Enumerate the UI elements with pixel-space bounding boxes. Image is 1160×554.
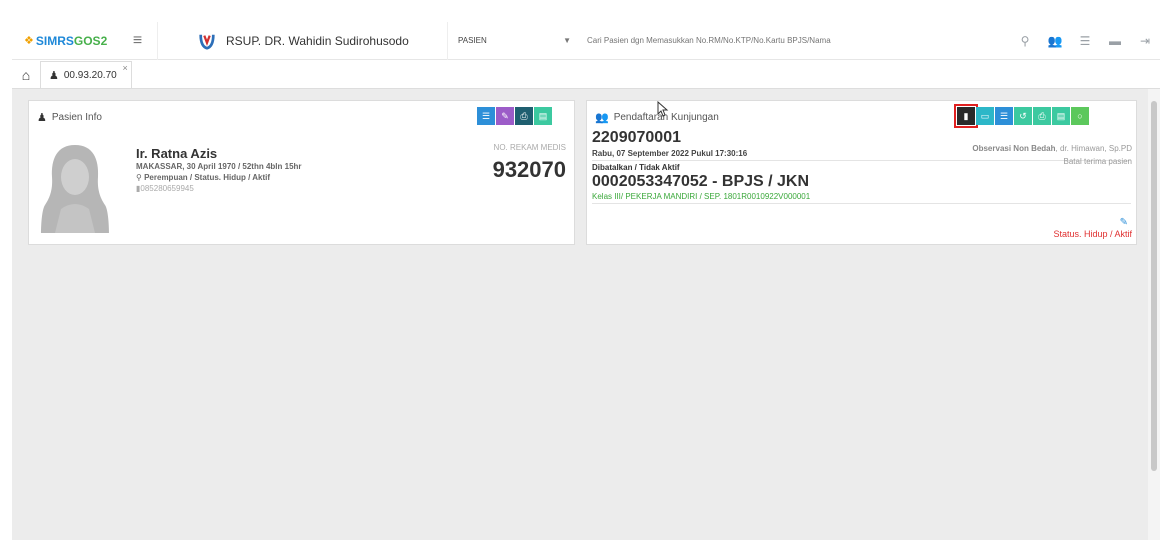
brand-logo[interactable]: ❖ SIMRS GOS2 bbox=[12, 34, 118, 48]
patient-search-input[interactable] bbox=[583, 21, 903, 60]
home-icon[interactable]: ⌂ bbox=[12, 61, 40, 88]
card-icon: ▭ bbox=[980, 111, 990, 121]
user-add-icon[interactable]: 👥 bbox=[1040, 34, 1070, 48]
brand-suffix: GOS2 bbox=[73, 33, 108, 48]
scrollbar-thumb[interactable] bbox=[1151, 101, 1157, 471]
grid-button[interactable]: ▤ bbox=[1052, 107, 1070, 125]
person-icon: ♟ bbox=[49, 69, 59, 82]
cancel-note: Batal terima pasien bbox=[1063, 157, 1132, 166]
patient-card-title-text: Pasien Info bbox=[51, 112, 102, 123]
list-icon[interactable]: ☰ bbox=[1070, 34, 1100, 48]
visit-date: Rabu, 07 September 2022 Pukul 17:30:16 bbox=[592, 149, 748, 158]
app-root: ❖ SIMRS GOS2 ≡ RSUP. DR. Wahidin Sudiroh… bbox=[0, 0, 1160, 554]
tab-patient[interactable]: ♟ 00.93.20.70 × bbox=[40, 61, 132, 88]
document-icon: ▮ bbox=[963, 111, 969, 121]
patient-button-group: ☰ ✎ ⎙ ▤ bbox=[476, 107, 552, 125]
circle-icon: ○ bbox=[1077, 111, 1083, 121]
chevron-down-icon: ▼ bbox=[563, 36, 571, 45]
edit-button[interactable]: ✎ bbox=[496, 107, 514, 125]
brand-prefix: SIMRS bbox=[35, 33, 74, 48]
search-icon[interactable]: ⚲ bbox=[1010, 34, 1040, 48]
main-content: ♟ Pasien Info ☰ ✎ ⎙ ▤ Ir. Ratna Azis MAK… bbox=[12, 89, 1148, 540]
undo-button[interactable]: ↺ bbox=[1014, 107, 1032, 125]
department-name: Observasi Non Bedah bbox=[972, 144, 1056, 153]
print-button[interactable]: ⎙ bbox=[515, 107, 533, 125]
circle-button[interactable]: ○ bbox=[1071, 107, 1089, 125]
patient-phone: ▮085280659945 bbox=[136, 184, 194, 193]
close-icon[interactable]: × bbox=[122, 63, 127, 73]
patient-info-card: ♟ Pasien Info ☰ ✎ ⎙ ▤ Ir. Ratna Azis MAK… bbox=[28, 100, 575, 245]
tab-patient-label: 00.93.20.70 bbox=[63, 69, 117, 81]
rm-number: 932070 bbox=[492, 157, 566, 182]
hospital-name: RSUP. DR. Wahidin Sudirohusodo bbox=[226, 33, 409, 48]
hospital-selector[interactable]: RSUP. DR. Wahidin Sudirohusodo bbox=[158, 21, 448, 60]
doctor-name: , dr. Himawan, Sp.PD bbox=[1055, 144, 1132, 153]
hospital-logo-icon bbox=[199, 34, 215, 50]
patient-phone-text: 085280659945 bbox=[140, 184, 194, 193]
list-button[interactable]: ☰ bbox=[477, 107, 495, 125]
user-add-icon: 👥 bbox=[595, 112, 609, 124]
rm-label: NO. REKAM MEDIS bbox=[493, 143, 566, 152]
print-button[interactable]: ⎙ bbox=[1033, 107, 1051, 125]
print-icon: ⎙ bbox=[520, 111, 528, 121]
scrollbar[interactable] bbox=[1148, 89, 1160, 540]
mouse-cursor-icon bbox=[657, 101, 669, 117]
grid-icon: ▤ bbox=[1056, 111, 1066, 121]
list-icon: ☰ bbox=[481, 111, 491, 121]
brand-mark: ❖ bbox=[24, 35, 34, 47]
undo-icon: ↺ bbox=[1019, 111, 1027, 121]
patient-card-title: ♟ Pasien Info bbox=[37, 111, 102, 124]
department-doctor: Observasi Non Bedah, dr. Himawan, Sp.PD bbox=[972, 144, 1132, 153]
registration-number: 2209070001 bbox=[592, 129, 681, 146]
divider bbox=[592, 203, 1131, 204]
print-icon: ⎙ bbox=[1038, 111, 1046, 121]
tab-strip: ⌂ ♟ 00.93.20.70 × bbox=[12, 61, 1160, 89]
search-type-select[interactable]: PASIEN ▼ bbox=[448, 22, 583, 60]
edit-icon[interactable]: ✎ bbox=[1120, 217, 1128, 228]
top-navbar: ❖ SIMRS GOS2 ≡ RSUP. DR. Wahidin Sudiroh… bbox=[12, 21, 1160, 60]
kelas-sep: Kelas III/ PEKERJA MANDIRI / SEP. 1801R0… bbox=[592, 192, 811, 201]
grid-icon: ▤ bbox=[538, 111, 548, 121]
top-icon-group: ⚲ 👥 ☰ ▬ ⇥ bbox=[1010, 22, 1160, 60]
edit-icon: ✎ bbox=[501, 111, 509, 121]
location-icon: ⚲ bbox=[136, 173, 145, 182]
alive-status: Status. Hidup / Aktif bbox=[1053, 229, 1132, 239]
logout-icon[interactable]: ⇥ bbox=[1130, 34, 1160, 48]
document-button[interactable]: ▮ bbox=[954, 104, 978, 128]
search-type-value: PASIEN bbox=[458, 36, 487, 45]
hamburger-icon[interactable]: ≡ bbox=[118, 21, 158, 60]
divider bbox=[592, 160, 1131, 161]
list-button[interactable]: ☰ bbox=[995, 107, 1013, 125]
visit-registration-card: 👥 Pendaftaran Kunjungan ▮ ▭ ☰ ↺ ⎙ ▤ ○ 22… bbox=[586, 100, 1137, 245]
patient-birth: MAKASSAR, 30 April 1970 / 52thn 4bln 15h… bbox=[136, 162, 302, 171]
grid-button[interactable]: ▤ bbox=[534, 107, 552, 125]
folder-icon[interactable]: ▬ bbox=[1100, 34, 1130, 48]
insurance-info: 0002053347052 - BPJS / JKN bbox=[592, 173, 810, 190]
patient-gender-text: Perempuan / Status. Hidup / Aktif bbox=[144, 173, 271, 182]
patient-gender-status: ⚲ Perempuan / Status. Hidup / Aktif bbox=[136, 173, 270, 182]
visit-status: Dibatalkan / Tidak Aktif bbox=[592, 163, 680, 172]
list-icon: ☰ bbox=[999, 111, 1009, 121]
patient-name: Ir. Ratna Azis bbox=[136, 146, 218, 161]
person-icon: ♟ bbox=[37, 112, 47, 124]
avatar bbox=[41, 145, 109, 233]
card-button[interactable]: ▭ bbox=[976, 107, 994, 125]
visit-button-group: ▮ ▭ ☰ ↺ ⎙ ▤ ○ bbox=[954, 104, 1089, 128]
